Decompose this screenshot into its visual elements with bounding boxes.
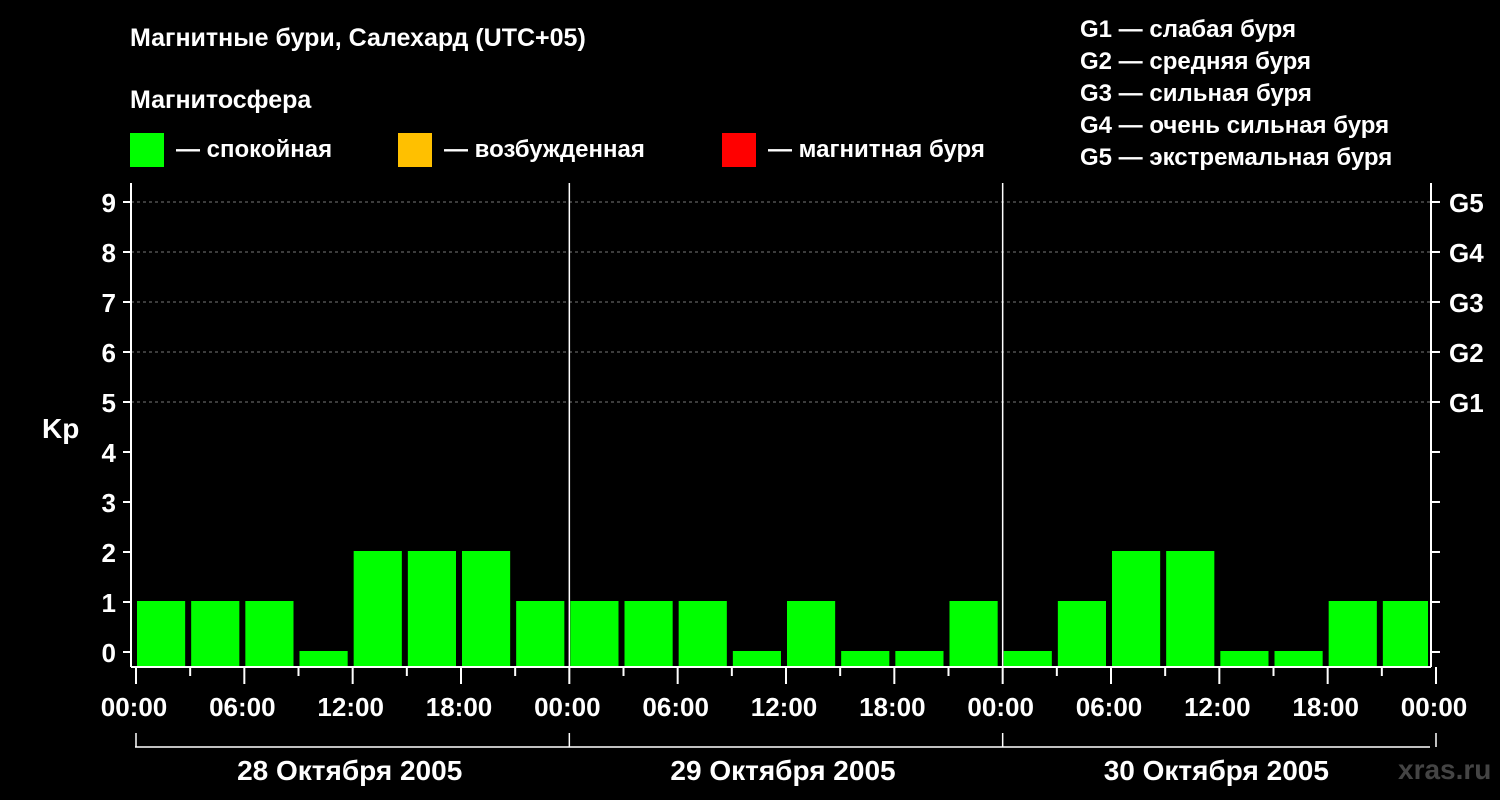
kp-bar — [1274, 651, 1323, 667]
x-tick-label: 06:00 — [1076, 692, 1143, 722]
kp-bar — [841, 651, 890, 667]
y-tick-label: 8 — [102, 238, 116, 268]
y-tick-label: 5 — [102, 388, 116, 418]
kp-bar — [1328, 601, 1377, 667]
kp-bar — [1112, 551, 1161, 667]
kp-bar — [407, 551, 456, 667]
kp-bar — [570, 601, 619, 667]
x-tick-label: 00:00 — [101, 692, 168, 722]
x-tick-label: 18:00 — [1292, 692, 1359, 722]
x-tick-label: 18:00 — [426, 692, 493, 722]
g-level-label: G2 — [1449, 338, 1484, 368]
kp-bar — [678, 601, 727, 667]
kp-bar — [1003, 651, 1052, 667]
g-level-label: G4 — [1449, 238, 1484, 268]
x-tick-label: 00:00 — [534, 692, 601, 722]
kp-bar — [137, 601, 186, 667]
kp-bar — [245, 601, 294, 667]
kp-bar — [895, 651, 944, 667]
g-level-label: G5 — [1449, 188, 1484, 218]
kp-bar — [353, 551, 402, 667]
y-tick-label: 0 — [102, 638, 116, 668]
x-tick-label: 00:00 — [967, 692, 1034, 722]
x-tick-label: 12:00 — [751, 692, 818, 722]
kp-bar — [299, 651, 348, 667]
watermark: xras.ru — [1398, 754, 1492, 785]
y-tick-label: 4 — [102, 438, 117, 468]
x-tick-label: 06:00 — [209, 692, 276, 722]
y-tick-label: 9 — [102, 188, 116, 218]
x-tick-label: 00:00 — [1401, 692, 1468, 722]
kp-bar — [949, 601, 998, 667]
kp-bar — [1382, 601, 1428, 667]
kp-chart: 0 1 2 3 4 5 6 7 8 9 G1 G2 G3 G4 G5 Kp 00:00 06:00 12:00 18:… — [42, 183, 1484, 786]
kp-bar — [787, 601, 836, 667]
kp-bar — [1057, 601, 1106, 667]
day-label: 30 Октября 2005 — [1104, 755, 1329, 786]
kp-bar — [1166, 551, 1215, 667]
y-tick-label: 6 — [102, 338, 116, 368]
x-tick-label: 06:00 — [642, 692, 709, 722]
kp-bar — [462, 551, 511, 667]
y-tick-label: 3 — [102, 488, 116, 518]
kp-bar — [732, 651, 781, 667]
day-label: 29 Октября 2005 — [670, 755, 895, 786]
kp-bar — [1220, 651, 1269, 667]
y-tick-label: 2 — [102, 538, 116, 568]
x-tick-label: 18:00 — [859, 692, 926, 722]
kp-bar — [624, 601, 673, 667]
x-tick-label: 12:00 — [317, 692, 384, 722]
kp-bar — [191, 601, 240, 667]
day-label: 28 Октября 2005 — [237, 755, 462, 786]
kp-bar — [516, 601, 565, 667]
x-tick-label: 12:00 — [1184, 692, 1251, 722]
y-tick-label: 7 — [102, 288, 116, 318]
g-level-label: G1 — [1449, 388, 1484, 418]
y-tick-label: 1 — [102, 588, 116, 618]
y-axis-label: Kp — [42, 413, 79, 444]
g-level-label: G3 — [1449, 288, 1484, 318]
